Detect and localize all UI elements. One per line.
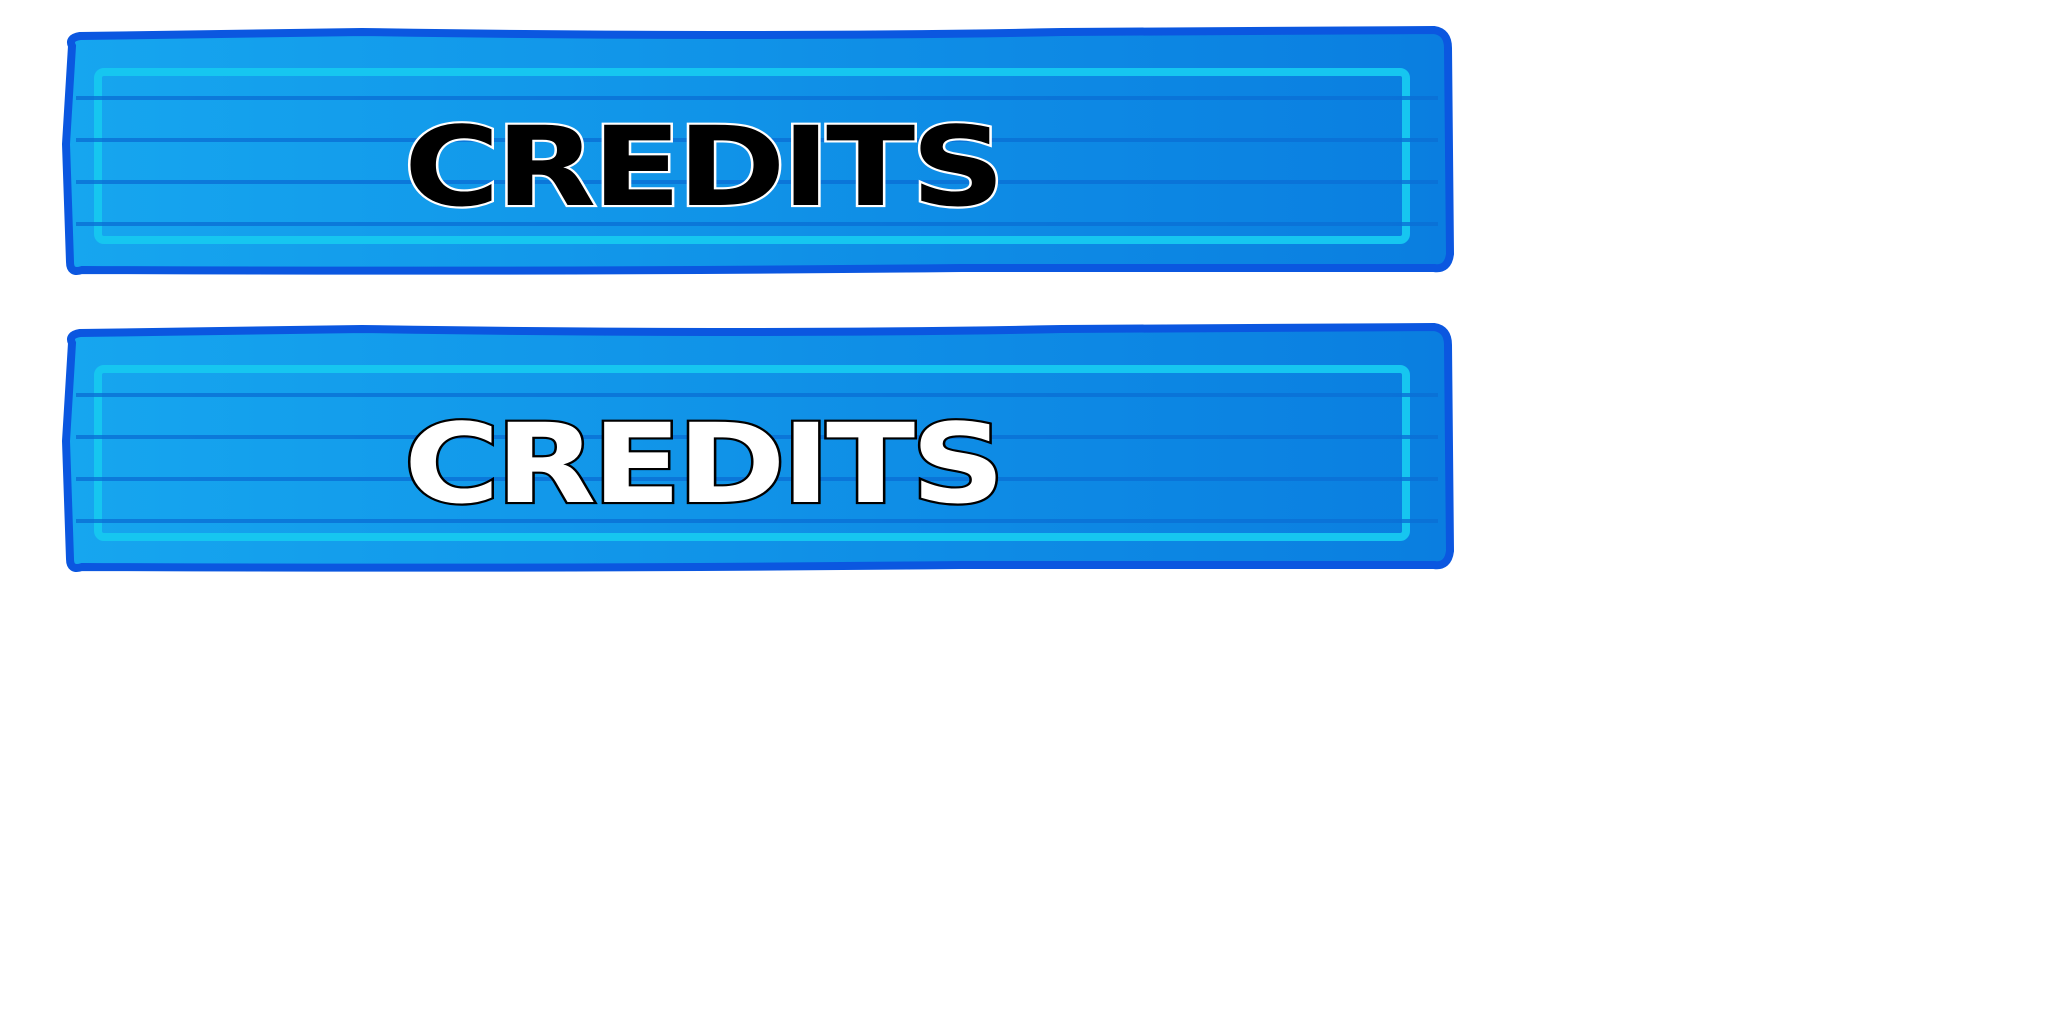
credits-button-highlighted[interactable]: CREDITS xyxy=(61,321,1455,572)
credits-label: CREDITS xyxy=(401,103,1007,232)
credits-button[interactable]: CREDITS xyxy=(61,24,1455,275)
credits-label: CREDITS xyxy=(401,400,1007,529)
